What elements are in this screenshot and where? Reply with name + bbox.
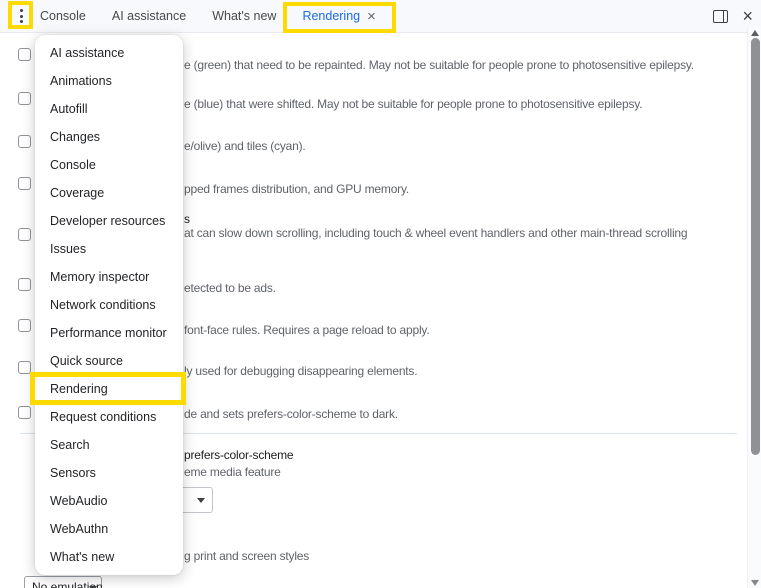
scrollbar-down-arrow-icon[interactable] — [750, 580, 759, 586]
row-description: e/olive) and tiles (cyan). — [184, 139, 306, 153]
row-title: s — [184, 212, 190, 226]
row-description: e (green) that need to be repainted. May… — [184, 58, 694, 72]
tab-ai-assistance[interactable]: AI assistance — [99, 0, 199, 32]
checkbox-row-3[interactable] — [18, 135, 31, 148]
menu-item-coverage[interactable]: Coverage — [35, 179, 183, 207]
row-description: etected to be ads. — [184, 281, 276, 295]
checkbox-row-2[interactable] — [18, 92, 31, 105]
menu-item-autofill[interactable]: Autofill — [35, 95, 183, 123]
tab-close-icon[interactable]: × — [367, 9, 376, 24]
panel-tabs: Console AI assistance What's new Renderi… — [27, 0, 389, 32]
scheme-section-subtitle: eme media feature — [184, 465, 281, 479]
media-type-subtitle: g print and screen styles — [184, 549, 310, 563]
tab-whats-new[interactable]: What's new — [199, 0, 289, 32]
checkbox-row-9[interactable] — [18, 406, 31, 419]
more-tools-menu: AI assistance Animations Autofill Change… — [35, 35, 183, 575]
scrollbar-up-arrow-icon[interactable] — [750, 30, 759, 36]
checkbox-row-1[interactable] — [18, 48, 31, 61]
menu-item-console[interactable]: Console — [35, 151, 183, 179]
close-devtools-icon[interactable]: × — [742, 7, 753, 25]
kebab-icon — [19, 9, 23, 12]
row-description: e (blue) that were shifted. May not be s… — [184, 97, 643, 111]
scheme-section-title: prefers-color-scheme — [184, 448, 294, 462]
menu-item-network-conditions[interactable]: Network conditions — [35, 291, 183, 319]
menu-item-sensors[interactable]: Sensors — [35, 459, 183, 487]
scrollbar-thumb[interactable] — [750, 38, 760, 455]
select-arrow-icon — [197, 498, 205, 503]
checkbox-row-7[interactable] — [18, 319, 31, 332]
row-description: font-face rules. Requires a page reload … — [184, 323, 430, 337]
devtools-window: Console AI assistance What's new Renderi… — [0, 0, 761, 588]
row-description: at can slow down scrolling, including to… — [184, 226, 688, 240]
kebab-icon — [19, 14, 23, 18]
row-description: de and sets prefers-color-scheme to dark… — [184, 407, 398, 421]
menu-item-search[interactable]: Search — [35, 431, 183, 459]
menu-item-webaudio[interactable]: WebAudio — [35, 487, 183, 515]
checkbox-row-6[interactable] — [18, 278, 31, 291]
menu-item-developer-resources[interactable]: Developer resources — [35, 207, 183, 235]
menu-item-rendering[interactable]: Rendering — [35, 375, 183, 403]
tab-rendering[interactable]: Rendering × — [289, 0, 388, 32]
menu-item-ai-assistance[interactable]: AI assistance — [35, 39, 183, 67]
menu-item-memory-inspector[interactable]: Memory inspector — [35, 263, 183, 291]
menu-item-webauthn[interactable]: WebAuthn — [35, 515, 183, 543]
active-tab-underline — [297, 29, 381, 32]
checkbox-row-4[interactable] — [18, 177, 31, 190]
menu-item-performance-monitor[interactable]: Performance monitor — [35, 319, 183, 347]
menu-item-animations[interactable]: Animations — [35, 67, 183, 95]
dock-side-icon[interactable] — [713, 9, 729, 23]
menu-item-changes[interactable]: Changes — [35, 123, 183, 151]
tab-console[interactable]: Console — [27, 0, 99, 32]
menu-item-quick-source[interactable]: Quick source — [35, 347, 183, 375]
menu-item-whats-new[interactable]: What's new — [35, 543, 183, 571]
vertical-scrollbar — [747, 27, 761, 588]
checkbox-row-5[interactable] — [18, 228, 31, 241]
menu-item-request-conditions[interactable]: Request conditions — [35, 403, 183, 431]
checkbox-row-8[interactable] — [18, 361, 31, 374]
tab-rendering-label: Rendering — [302, 9, 361, 23]
row-description: pped frames distribution, and GPU memory… — [184, 182, 410, 196]
devtools-toolbar: Console AI assistance What's new Renderi… — [0, 0, 761, 33]
row-description: ly used for debugging disappearing eleme… — [184, 364, 418, 378]
menu-item-issues[interactable]: Issues — [35, 235, 183, 263]
kebab-icon — [19, 20, 23, 23]
